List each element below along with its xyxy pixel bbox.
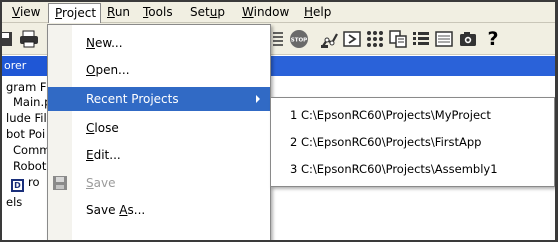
menu-item-close-label: lose (94, 121, 119, 135)
save-disk-icon (51, 174, 69, 192)
help-icon[interactable]: ? (482, 28, 504, 50)
menu-view-label-rest: iew (19, 4, 41, 19)
stop-icon[interactable]: STOP (288, 28, 310, 50)
point-editor-icon[interactable] (433, 28, 455, 50)
tree-item-label: ro (28, 175, 40, 189)
menu-setup-label-b: p (217, 4, 225, 19)
menu-item-new[interactable]: New... (48, 31, 270, 55)
menu-bar: View Project Run Tools Setup Window Help (2, 2, 555, 24)
jog-teach-icon[interactable] (387, 28, 409, 50)
menu-item-edit-label: dit... (93, 148, 121, 162)
menu-item-open-label: pen... (95, 63, 130, 77)
save-icon[interactable] (2, 28, 16, 50)
menu-tools-label-rest: ools (148, 4, 173, 19)
tree-item-with-icon[interactable]: Dro (11, 175, 40, 192)
menu-item-new-label: ew... (94, 36, 123, 50)
application-window: View Project Run Tools Setup Window Help (0, 0, 558, 242)
menu-item-save-label: ave (93, 176, 116, 190)
menu-help-label-rest: elp (313, 4, 332, 19)
menu-window-label-rest: indow (253, 4, 290, 19)
tree-item[interactable]: bot Poi (6, 127, 45, 141)
camera-icon[interactable] (457, 28, 479, 50)
menu-view[interactable]: View (2, 3, 48, 22)
menu-item-close[interactable]: Close (48, 116, 270, 140)
menu-item-mnemonic: E (86, 148, 94, 162)
menu-setup-label-a: Set (190, 4, 210, 19)
menu-item-recent-projects[interactable]: Recent Projects (48, 87, 270, 111)
menu-item-edit[interactable]: Edit... (48, 143, 270, 167)
menu-project-mnemonic: P (55, 5, 63, 20)
menu-window-mnemonic: W (242, 4, 254, 19)
recent-project-item[interactable]: 2 C:\EpsonRC60\Projects\FirstApp (271, 130, 554, 154)
recent-project-item[interactable]: 1 C:\EpsonRC60\Projects\MyProject (271, 103, 554, 127)
menu-item-save-as-label-b: s... (127, 203, 146, 217)
menu-item-mnemonic: A (119, 203, 128, 217)
run-window-icon[interactable] (341, 28, 363, 50)
io-monitor-icon[interactable] (364, 28, 386, 50)
menu-tools[interactable]: Tools (137, 3, 184, 22)
menu-item-open[interactable]: Open... (48, 58, 270, 82)
tree-item[interactable]: els (6, 195, 22, 209)
menu-project-label-rest: roject (62, 5, 97, 20)
tree-item[interactable]: Main.p (13, 95, 51, 109)
file-icon: D (11, 179, 24, 192)
help-icon-label: ? (487, 28, 499, 50)
menu-project[interactable]: Project (48, 2, 101, 24)
menu-help-mnemonic: H (304, 4, 314, 19)
tree-item[interactable]: gram F (6, 80, 47, 94)
robot-arm-icon[interactable] (319, 28, 341, 50)
menu-setup[interactable]: Setup (184, 3, 236, 22)
menu-item-save[interactable]: Save (48, 171, 270, 195)
menu-item-recent-label: Recent Projects (86, 92, 179, 106)
tree-item[interactable]: Comm (13, 143, 50, 157)
menu-item-mnemonic: N (86, 36, 95, 50)
menu-help[interactable]: Help (298, 3, 338, 22)
menu-view-mnemonic: V (12, 4, 20, 19)
submenu-arrow-icon (256, 95, 260, 103)
tree-item[interactable]: Robot (13, 159, 46, 173)
menu-run-label-rest: un (114, 4, 131, 19)
menu-run[interactable]: Run (101, 3, 137, 22)
command-window-icon[interactable] (410, 28, 432, 50)
project-menu: New... Open... Recent Projects Close Edi… (47, 24, 271, 240)
menu-item-save-as[interactable]: Save As... (48, 198, 270, 222)
menu-item-save-as-label-a: Save (86, 203, 120, 217)
menu-item-mnemonic: S (86, 176, 94, 190)
recent-projects-submenu: 1 C:\EpsonRC60\Projects\MyProject 2 C:\E… (270, 97, 555, 187)
menu-run-mnemonic: R (107, 4, 115, 19)
menu-window[interactable]: Window (236, 3, 298, 22)
stop-icon-label: STOP (291, 38, 307, 44)
recent-project-item[interactable]: 3 C:\EpsonRC60\Projects\Assembly1 (271, 157, 554, 181)
print-icon[interactable] (18, 28, 40, 50)
tree-item[interactable]: lude Fil (6, 111, 47, 125)
